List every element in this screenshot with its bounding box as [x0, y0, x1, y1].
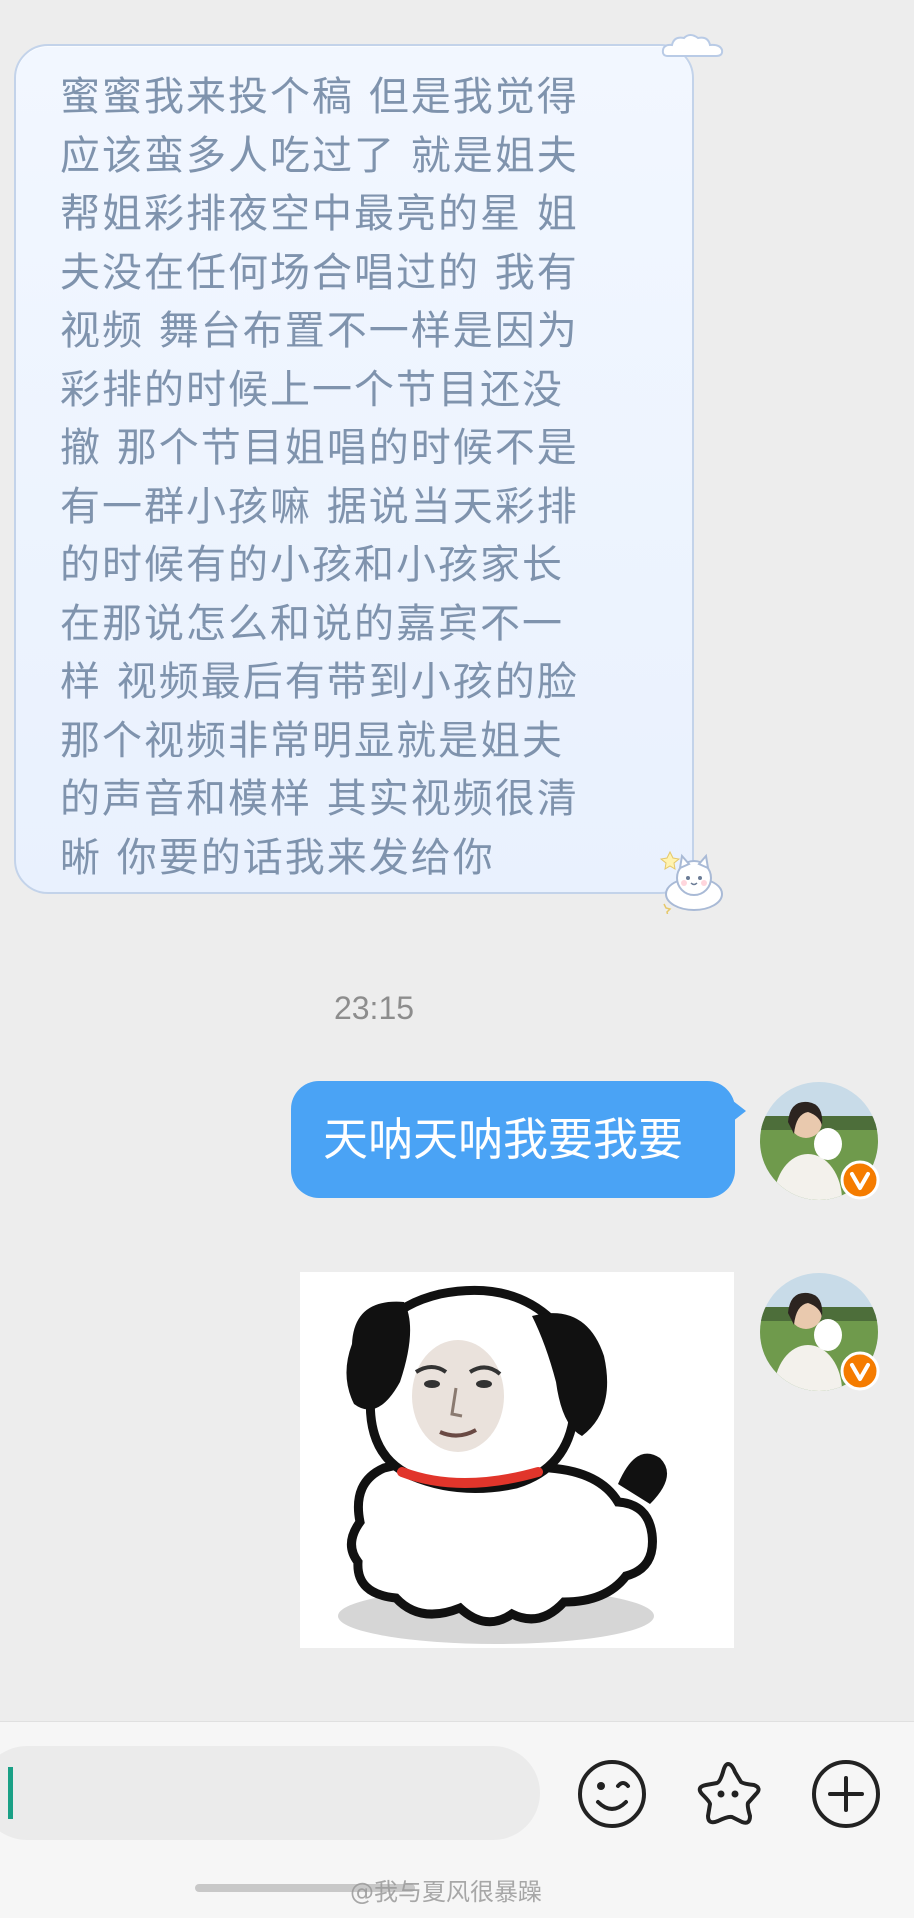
user-avatar[interactable] [760, 1273, 880, 1391]
plus-icon[interactable] [810, 1758, 882, 1830]
bubble-tail [728, 1097, 746, 1125]
cloud-icon [660, 32, 726, 64]
sticker-icon[interactable] [692, 1758, 764, 1830]
emoji-icon[interactable] [576, 1758, 648, 1830]
watermark: @我与夏风很暴躁 [350, 1878, 542, 1906]
message-input[interactable] [0, 1746, 540, 1840]
user-avatar[interactable] [760, 1082, 880, 1200]
verified-badge-icon [840, 1160, 880, 1200]
outgoing-message-bubble[interactable]: 天呐天呐我要我要 [291, 1081, 735, 1198]
text-caret [8, 1767, 13, 1819]
message-timestamp: 23:15 [333, 990, 415, 1026]
cat-icon [656, 848, 730, 918]
outgoing-message-text: 天呐天呐我要我要 [323, 1113, 684, 1166]
sticker-image[interactable] [300, 1272, 734, 1648]
incoming-message-text: 蜜蜜我来投个稿 但是我觉得 应该蛮多人吃过了 就是姐夫 帮姐彩排夜空中最亮的星 … [60, 74, 579, 881]
incoming-message-bubble[interactable]: 蜜蜜我来投个稿 但是我觉得 应该蛮多人吃过了 就是姐夫 帮姐彩排夜空中最亮的星 … [14, 44, 694, 894]
verified-badge-icon [840, 1351, 880, 1391]
